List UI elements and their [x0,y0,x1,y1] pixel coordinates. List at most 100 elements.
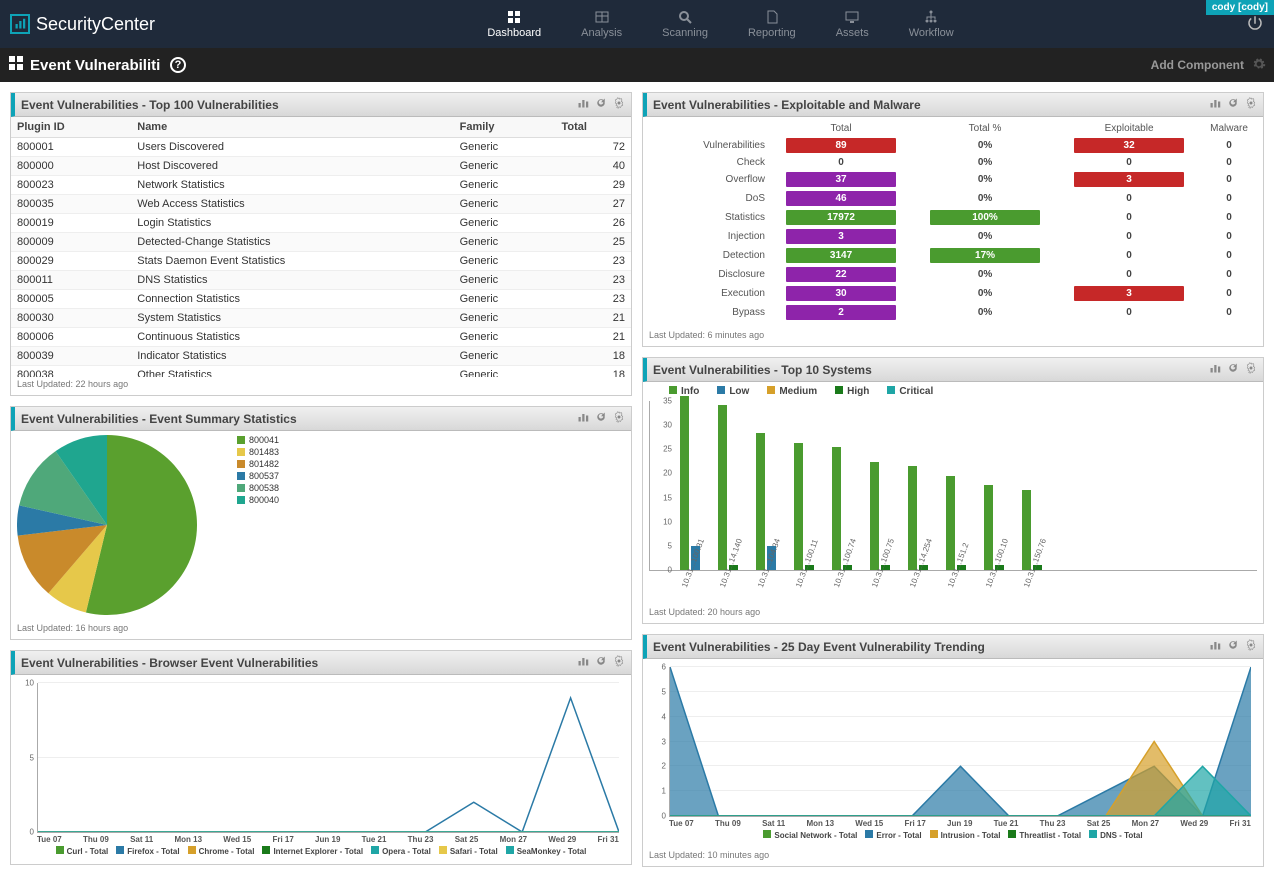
bar-group[interactable]: 10.31...100.10 [984,485,1004,570]
matrix-badge[interactable]: 2 [786,305,896,320]
power-button[interactable] [1246,14,1264,35]
table-row[interactable]: 800023Network StatisticsGeneric29 [11,176,631,195]
table-row[interactable]: 800038Other StatisticsGeneric18 [11,366,631,378]
matrix-badge[interactable]: 100% [930,210,1040,225]
matrix-badge[interactable]: 3147 [786,248,896,263]
legend-item[interactable]: SeaMonkey - Total [506,846,587,856]
refresh-icon[interactable] [1227,639,1239,654]
legend-item[interactable]: High [835,386,869,397]
chart-icon[interactable] [577,655,589,670]
chart-icon[interactable] [1209,639,1221,654]
table-row[interactable]: 800009Detected-Change StatisticsGeneric2… [11,233,631,252]
matrix-badge[interactable]: 17972 [786,210,896,225]
legend-item[interactable]: 800040 [237,495,279,505]
bar [908,466,917,570]
legend-item[interactable]: 800538 [237,483,279,493]
help-icon[interactable]: ? [170,57,186,73]
bar-group[interactable]: 10.31...104.34 [756,433,776,570]
legend-item[interactable]: Firefox - Total [116,846,179,856]
legend-item[interactable]: 800041 [237,435,279,445]
table-row[interactable]: 800006Continuous StatisticsGeneric21 [11,328,631,347]
user-badge[interactable]: cody [cody] [1206,0,1274,15]
legend-item[interactable]: Opera - Total [371,846,431,856]
matrix-badge[interactable]: 32 [1074,138,1184,153]
table-row[interactable]: 800001Users DiscoveredGeneric72 [11,138,631,157]
bar-group[interactable]: 10.31...100.31 [680,396,700,570]
nav-analysis[interactable]: Analysis [581,9,622,39]
legend-item[interactable]: Error - Total [865,830,921,840]
gear-icon[interactable] [1245,639,1257,654]
gear-icon[interactable] [1245,97,1257,112]
chart-icon[interactable] [1209,97,1221,112]
refresh-icon[interactable] [1227,97,1239,112]
legend-item[interactable]: Chrome - Total [188,846,255,856]
col-header[interactable]: Total [555,117,631,138]
nav-scanning[interactable]: Scanning [662,9,708,39]
add-component-button[interactable]: Add Component [1151,58,1244,72]
chart-icon[interactable] [577,97,589,112]
matrix-badge[interactable]: 22 [786,267,896,282]
col-header[interactable]: Family [454,117,556,138]
bar-group[interactable]: 10.31...100.74 [832,447,852,570]
legend-item[interactable]: Intrusion - Total [930,830,1001,840]
matrix-cell: 0 [1201,265,1257,284]
nav-reporting[interactable]: Reporting [748,9,796,39]
matrix-badge[interactable]: 46 [786,191,896,206]
matrix-cell: 0% [913,189,1057,208]
matrix-badge[interactable]: 3 [1074,286,1184,301]
chart-icon[interactable] [1209,362,1221,377]
matrix-rowlabel: DoS [649,189,769,208]
matrix-badge[interactable]: 3 [786,229,896,244]
legend-item[interactable]: Critical [887,386,933,397]
matrix-badge[interactable]: 89 [786,138,896,153]
bar-group[interactable]: 10.31...150.76 [1022,490,1042,570]
table-row[interactable]: 800005Connection StatisticsGeneric23 [11,290,631,309]
legend-item[interactable]: 800537 [237,471,279,481]
chart-icon[interactable] [577,411,589,426]
bar-group[interactable]: 10.31...100.11 [794,443,814,570]
legend-item[interactable]: Medium [767,386,817,397]
nav-workflow[interactable]: Workflow [909,9,954,39]
legend-item[interactable]: Curl - Total [56,846,109,856]
table-row[interactable]: 800039Indicator StatisticsGeneric18 [11,347,631,366]
legend-item[interactable]: 801482 [237,459,279,469]
table-row[interactable]: 800030System StatisticsGeneric21 [11,309,631,328]
legend-item[interactable]: Threatlist - Total [1008,830,1081,840]
matrix-badge[interactable]: 17% [930,248,1040,263]
matrix-badge[interactable]: 3 [1074,172,1184,187]
nav-dashboard[interactable]: Dashboard [487,9,541,39]
bar-group[interactable]: 10.31...100.75 [870,462,890,570]
table-row[interactable]: 800000Host DiscoveredGeneric40 [11,157,631,176]
legend-item[interactable]: 801483 [237,447,279,457]
app-logo[interactable]: SecurityCenter [10,14,155,35]
refresh-icon[interactable] [595,411,607,426]
table-row[interactable]: 800029Stats Daemon Event StatisticsGener… [11,252,631,271]
legend-item[interactable]: DNS - Total [1089,830,1143,840]
legend-item[interactable]: Social Network - Total [763,830,857,840]
line-series[interactable] [38,698,619,832]
table-row[interactable]: 800011DNS StatisticsGeneric23 [11,271,631,290]
table-row[interactable]: 800035Web Access StatisticsGeneric27 [11,195,631,214]
gear-icon[interactable] [1252,57,1266,74]
col-header[interactable]: Name [131,117,453,138]
x-tick: Fri 31 [1230,819,1251,828]
legend-item[interactable]: Internet Explorer - Total [262,846,363,856]
gear-icon[interactable] [613,411,625,426]
bar-group[interactable]: 10.31...14.254 [908,466,928,570]
bar-group[interactable]: 10.31...151.2 [946,476,966,570]
matrix-badge[interactable]: 37 [786,172,896,187]
gear-icon[interactable] [613,97,625,112]
gear-icon[interactable] [613,655,625,670]
legend-item[interactable]: Safari - Total [439,846,498,856]
bar [680,396,689,570]
matrix-badge[interactable]: 30 [786,286,896,301]
nav-assets[interactable]: Assets [836,9,869,39]
refresh-icon[interactable] [595,97,607,112]
bar-group[interactable]: 10.31...14.140 [718,405,738,570]
table-row[interactable]: 800019Login StatisticsGeneric26 [11,214,631,233]
refresh-icon[interactable] [595,655,607,670]
legend-item[interactable]: Low [717,386,749,397]
gear-icon[interactable] [1245,362,1257,377]
col-header[interactable]: Plugin ID [11,117,131,138]
refresh-icon[interactable] [1227,362,1239,377]
